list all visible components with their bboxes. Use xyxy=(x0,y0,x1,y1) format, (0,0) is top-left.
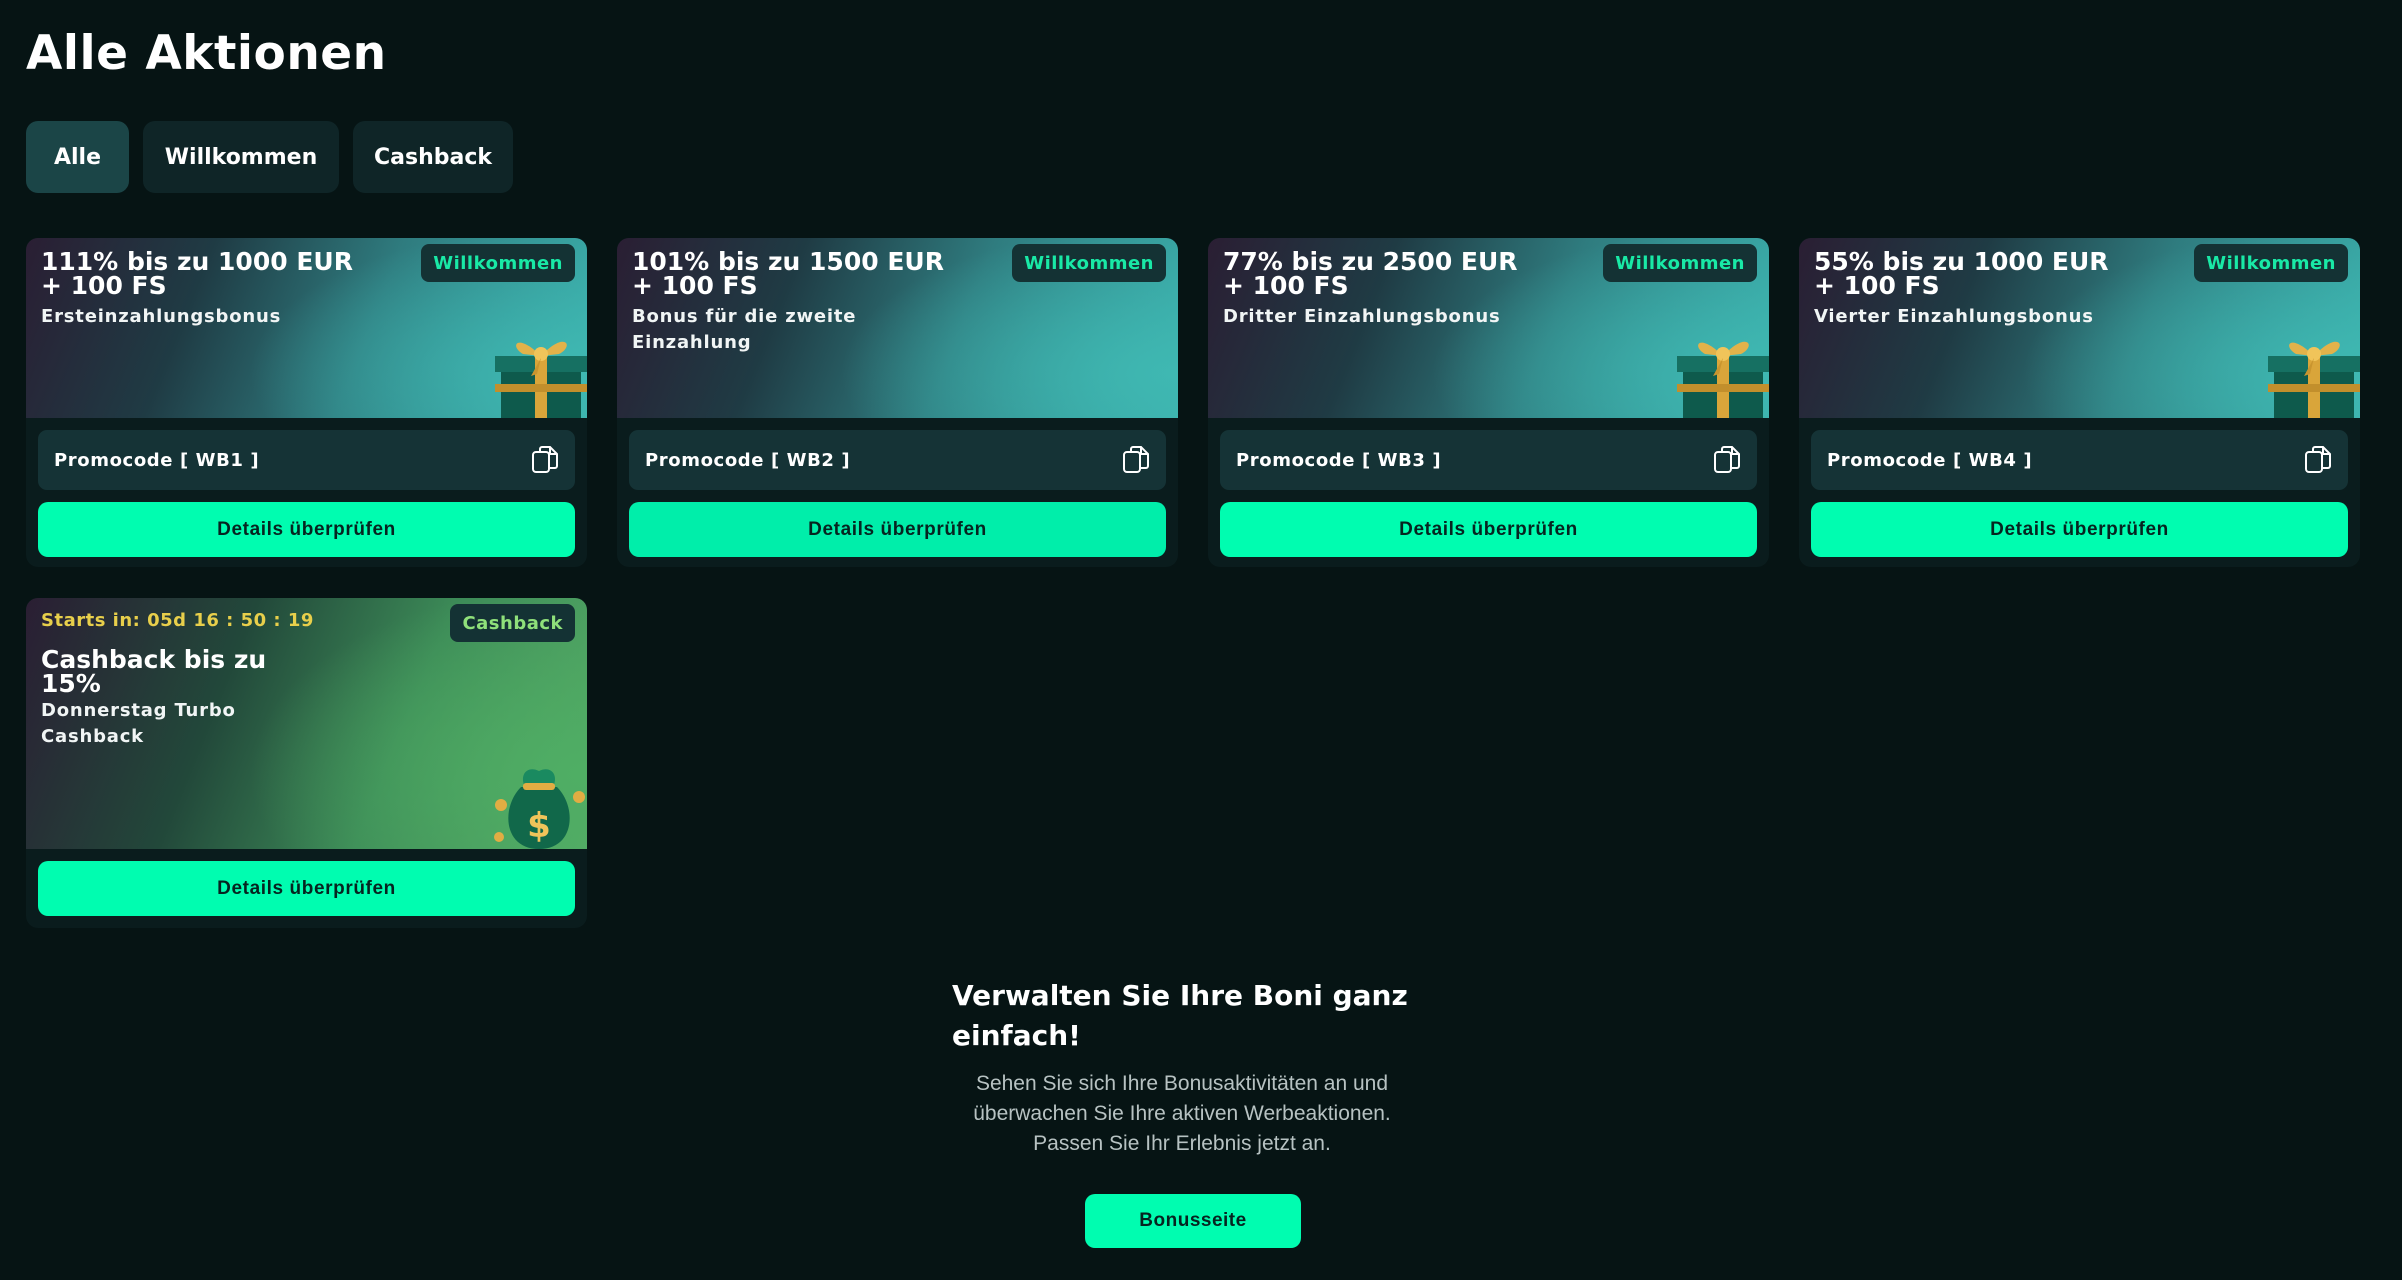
copy-icon[interactable] xyxy=(2304,445,2332,475)
countdown-timer: Starts in: 05d 16 : 50 : 19 xyxy=(41,610,314,631)
cashback-card: Starts in: 05d 16 : 50 : 19 Cashback bis… xyxy=(26,598,587,928)
promo-banner: 111% bis zu 1000 EUR + 100 FS Ersteinzah… xyxy=(26,238,587,418)
promo-title: 101% bis zu 1500 EUR + 100 FS xyxy=(632,247,944,300)
promocode-label: Promocode [ WB4 ] xyxy=(1827,449,2033,471)
category-badge: Willkommen xyxy=(1012,244,1166,282)
promo-title: 77% bis zu 2500 EUR + 100 FS xyxy=(1223,247,1518,300)
info-text: Sehen Sie sich Ihre Bonusaktivitäten an … xyxy=(973,1072,1391,1155)
promocode-label: Promocode [ WB3 ] xyxy=(1236,449,1442,471)
tab-cashback[interactable]: Cashback xyxy=(353,121,513,193)
promo-subtitle: Bonus für die zweite Einzahlung xyxy=(632,306,857,353)
promo-title: 55% bis zu 1000 EUR + 100 FS xyxy=(1814,247,2109,300)
category-badge: Willkommen xyxy=(2194,244,2348,282)
bonus-info-section: Verwalten Sie Ihre Boni ganz einfach! Se… xyxy=(952,976,1452,1155)
promo-banner: 55% bis zu 1000 EUR + 100 FS Vierter Ein… xyxy=(1799,238,2360,418)
promo-card-wb3: 77% bis zu 2500 EUR + 100 FS Dritter Ein… xyxy=(1208,238,1769,567)
money-bag-icon: $ xyxy=(494,769,585,849)
cashback-subtitle: Donnerstag Turbo Cashback xyxy=(41,700,236,747)
promocode-box[interactable]: Promocode [ WB4 ] xyxy=(1811,430,2348,490)
details-button[interactable]: Details überprüfen xyxy=(38,861,575,916)
promocode-box[interactable]: Promocode [ WB2 ] xyxy=(629,430,1166,490)
cashback-banner: Starts in: 05d 16 : 50 : 19 Cashback bis… xyxy=(26,598,587,849)
promo-subtitle: Dritter Einzahlungsbonus xyxy=(1223,306,1501,327)
tab-willkommen[interactable]: Willkommen xyxy=(143,121,339,193)
info-title: Verwalten Sie Ihre Boni ganz einfach! xyxy=(952,979,1408,1052)
svg-text:$: $ xyxy=(527,806,551,846)
copy-icon[interactable] xyxy=(531,445,559,475)
promo-subtitle: Vierter Einzahlungsbonus xyxy=(1814,306,2094,327)
promo-title: 111% bis zu 1000 EUR + 100 FS xyxy=(41,247,353,300)
category-badge: Cashback xyxy=(450,604,575,642)
gift-box-icon xyxy=(495,341,587,418)
promo-banner: 101% bis zu 1500 EUR + 100 FS Bonus für … xyxy=(617,238,1178,418)
copy-icon[interactable] xyxy=(1122,445,1150,475)
promocode-box[interactable]: Promocode [ WB3 ] xyxy=(1220,430,1757,490)
bonus-page-button[interactable]: Bonusseite xyxy=(1085,1194,1301,1248)
promo-banner: 77% bis zu 2500 EUR + 100 FS Dritter Ein… xyxy=(1208,238,1769,418)
promo-card-wb2: 101% bis zu 1500 EUR + 100 FS Bonus für … xyxy=(617,238,1178,567)
promocode-label: Promocode [ WB2 ] xyxy=(645,449,851,471)
page-title: Alle Aktionen xyxy=(26,26,387,81)
promo-card-wb1: 111% bis zu 1000 EUR + 100 FS Ersteinzah… xyxy=(26,238,587,567)
copy-icon[interactable] xyxy=(1713,445,1741,475)
promo-card-wb4: 55% bis zu 1000 EUR + 100 FS Vierter Ein… xyxy=(1799,238,2360,567)
promocode-box[interactable]: Promocode [ WB1 ] xyxy=(38,430,575,490)
details-button[interactable]: Details überprüfen xyxy=(1220,502,1757,557)
cashback-title: Cashback bis zu 15% xyxy=(41,645,267,698)
promo-subtitle: Ersteinzahlungsbonus xyxy=(41,306,282,327)
gift-box-icon xyxy=(2268,341,2360,418)
promotions-page: Alle Aktionen Alle Willkommen Cashback 1… xyxy=(0,0,2402,1280)
details-button[interactable]: Details überprüfen xyxy=(38,502,575,557)
filter-tabs: Alle Willkommen Cashback xyxy=(26,121,513,193)
tab-alle[interactable]: Alle xyxy=(26,121,129,193)
category-badge: Willkommen xyxy=(1603,244,1757,282)
category-badge: Willkommen xyxy=(421,244,575,282)
promocode-label: Promocode [ WB1 ] xyxy=(54,449,260,471)
gift-box-icon xyxy=(1677,341,1769,418)
details-button[interactable]: Details überprüfen xyxy=(1811,502,2348,557)
details-button[interactable]: Details überprüfen xyxy=(629,502,1166,557)
